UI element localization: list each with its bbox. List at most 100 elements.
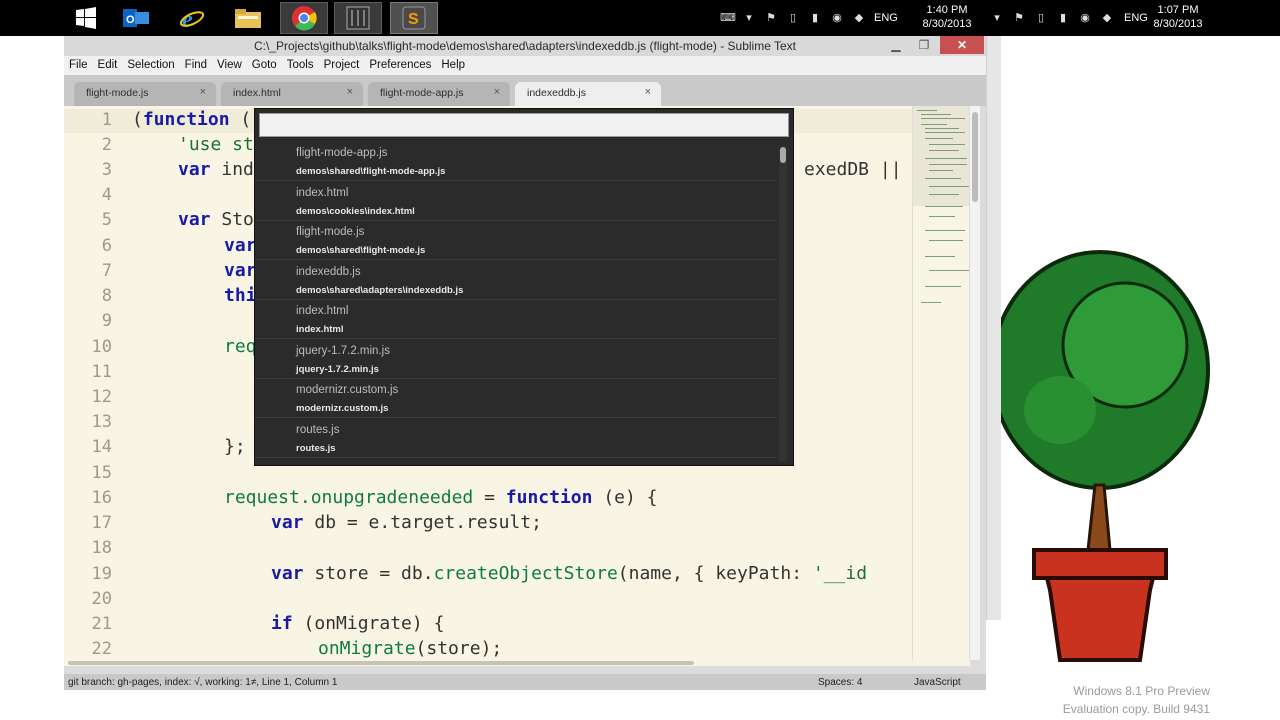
code-line-19: var store = db.createObjectStore(name, {… — [271, 563, 867, 584]
mute-icon[interactable]: ◉ — [830, 12, 844, 24]
menu-selection[interactable]: Selection — [122, 56, 179, 75]
goto-anything-input[interactable] — [259, 113, 789, 137]
status-indentation[interactable]: Spaces: 4 — [818, 677, 862, 688]
list-item[interactable]: routes.js routes.js — [255, 419, 777, 458]
vertical-scrollbar[interactable] — [970, 106, 980, 660]
result-title: modernizr.custom.js — [296, 384, 399, 396]
menu-edit[interactable]: Edit — [93, 56, 123, 75]
menu-preferences[interactable]: Preferences — [364, 56, 436, 75]
flag-icon[interactable]: ⚑ — [1012, 12, 1026, 24]
outlook-icon[interactable]: O — [112, 2, 160, 34]
line-number: 13 — [91, 412, 112, 432]
code-line-7: var — [224, 260, 257, 281]
system-tray-left: ⌨ ▾ ⚑ ▯ ▮ ◉ ◆ ENG — [716, 0, 898, 36]
code-token: req — [224, 336, 257, 357]
menu-find[interactable]: Find — [180, 56, 212, 75]
tab-flight-mode-app-js[interactable]: flight-mode-app.js × — [368, 82, 510, 106]
horizontal-scrollbar[interactable] — [64, 660, 970, 666]
signal-icon[interactable]: ▮ — [808, 12, 822, 24]
chrome-icon[interactable] — [280, 2, 328, 34]
chevron-down-icon[interactable]: ▾ — [742, 12, 756, 24]
flag-icon[interactable]: ⚑ — [764, 12, 778, 24]
list-item[interactable]: flight-mode-app.js demos\shared\flight-m… — [255, 142, 777, 181]
code-token: function — [505, 487, 593, 508]
code-token: = — [473, 487, 506, 508]
title-bar[interactable]: C:\_Projects\github\talks\flight-mode\de… — [64, 36, 986, 56]
menu-tools[interactable]: Tools — [282, 56, 319, 75]
file-explorer-icon[interactable] — [224, 2, 272, 34]
code-token: Sto — [210, 209, 254, 230]
language-indicator[interactable]: ENG — [1124, 12, 1148, 24]
close-button[interactable]: ✕ — [940, 36, 984, 54]
sublime-text-icon[interactable]: S — [390, 2, 438, 34]
internet-explorer-icon[interactable]: e — [168, 2, 216, 34]
code-token: }; — [224, 436, 246, 457]
code-token: var — [224, 260, 257, 281]
menu-file[interactable]: File — [64, 56, 93, 75]
list-item[interactable]: jquery-1.7.2.min.js jquery-1.7.2.min.js — [255, 340, 777, 379]
tab-flight-mode-js[interactable]: flight-mode.js × — [74, 82, 216, 106]
status-git-info: git branch: gh-pages, index: √, working:… — [68, 677, 338, 688]
line-number: 1 — [101, 110, 112, 130]
status-syntax[interactable]: JavaScript — [914, 677, 961, 688]
code-token: thi — [224, 285, 257, 306]
minimize-button[interactable]: ▁ — [884, 36, 908, 54]
code-token: onupgradeneeded — [310, 487, 474, 508]
code-token: db = e.target.result; — [303, 512, 542, 533]
menu-view[interactable]: View — [212, 56, 247, 75]
result-title: routes.js — [296, 424, 340, 436]
list-item[interactable]: flight-mode.js demos\shared\flight-mode.… — [255, 221, 777, 260]
minimap[interactable] — [912, 106, 969, 660]
menu-goto[interactable]: Goto — [247, 56, 282, 75]
line-number: 17 — [91, 513, 112, 533]
line-number: 21 — [91, 614, 112, 634]
tab-index-html[interactable]: index.html × — [221, 82, 363, 106]
code-line-8: thi — [224, 285, 257, 306]
line-number: 2 — [101, 135, 112, 155]
svg-text:O: O — [126, 14, 135, 26]
list-item[interactable]: index.html demos\cookies\index.html — [255, 182, 777, 221]
scrollbar-thumb[interactable] — [972, 112, 978, 202]
battery-icon[interactable]: ▯ — [1034, 12, 1048, 24]
dropbox-icon[interactable]: ◆ — [1100, 12, 1114, 24]
code-token: createObjectStore — [433, 563, 618, 584]
maximize-button[interactable]: ❐ — [912, 36, 936, 54]
menu-project[interactable]: Project — [319, 56, 365, 75]
result-title: jquery-1.7.2.min.js — [296, 345, 390, 357]
scrollbar-thumb[interactable] — [780, 147, 786, 163]
list-item[interactable]: modernizr.custom.js modernizr.custom.js — [255, 379, 777, 418]
close-icon[interactable]: × — [347, 86, 353, 98]
list-item[interactable]: indexeddb.js demos\shared\adapters\index… — [255, 261, 777, 300]
code-token: onMigrate — [318, 638, 416, 659]
close-icon[interactable]: × — [494, 86, 500, 98]
signal-icon[interactable]: ▮ — [1056, 12, 1070, 24]
close-icon[interactable]: × — [645, 86, 651, 98]
tab-label: indexeddb.js — [527, 87, 586, 99]
clock-left[interactable]: 1:40 PM 8/30/2013 — [918, 3, 976, 31]
code-token: var — [271, 563, 304, 584]
line-number: 5 — [101, 210, 112, 230]
dropbox-icon[interactable]: ◆ — [852, 12, 866, 24]
clock-right[interactable]: 1:07 PM 8/30/2013 — [1148, 3, 1208, 31]
battery-icon[interactable]: ▯ — [786, 12, 800, 24]
menu-help[interactable]: Help — [436, 56, 470, 75]
line-number: 19 — [91, 564, 112, 584]
language-indicator[interactable]: ENG — [874, 12, 898, 24]
line-number: 20 — [91, 589, 112, 609]
code-line-1: (function ( — [132, 109, 251, 130]
line-number: 8 — [101, 286, 112, 306]
calculator-icon[interactable] — [334, 2, 382, 34]
close-icon[interactable]: × — [200, 86, 206, 98]
mute-icon[interactable]: ◉ — [1078, 12, 1092, 24]
list-item[interactable]: index.html index.html — [255, 300, 777, 339]
tab-indexeddb-js[interactable]: indexeddb.js × — [515, 82, 661, 106]
keyboard-icon[interactable]: ⌨ — [720, 12, 736, 24]
results-scrollbar[interactable] — [779, 147, 787, 461]
windows-start-icon[interactable] — [62, 2, 110, 34]
chevron-down-icon[interactable]: ▾ — [990, 12, 1004, 24]
code-line-21: if (onMigrate) { — [271, 613, 444, 634]
minimap-viewport[interactable] — [913, 106, 969, 206]
scrollbar-thumb[interactable] — [68, 661, 694, 665]
code-token: ( — [229, 109, 252, 130]
result-path: routes.js — [296, 443, 336, 454]
